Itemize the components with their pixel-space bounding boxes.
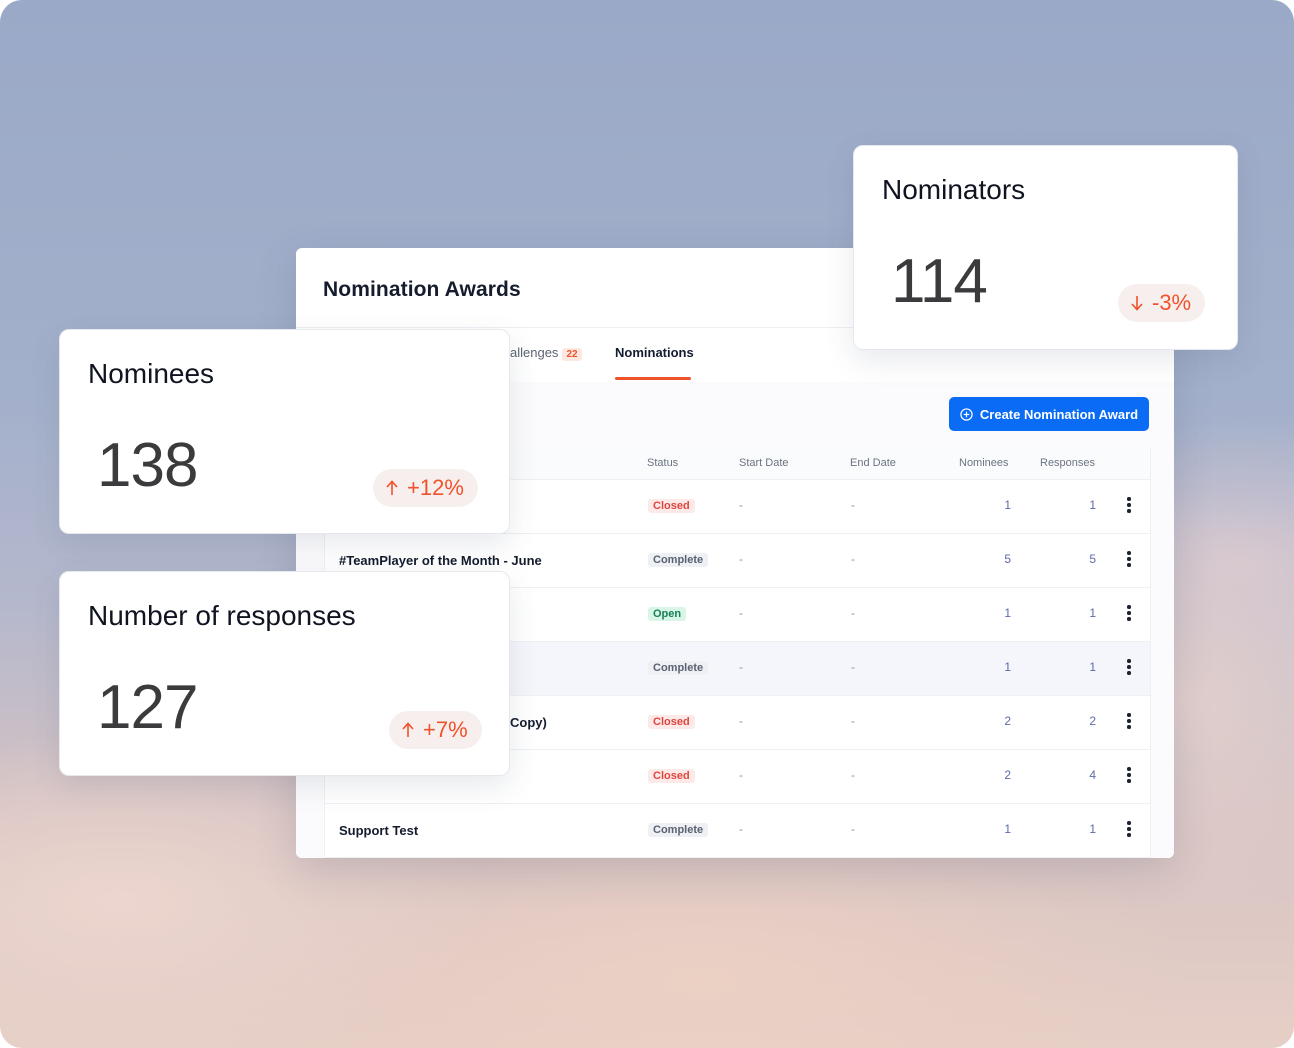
responses-count: 2 bbox=[1089, 714, 1096, 728]
end-date: - bbox=[851, 552, 855, 566]
row-name[interactable]: Copy) bbox=[510, 715, 547, 730]
tab-challenges[interactable]: allenges 22 bbox=[510, 345, 582, 361]
stat-value: 138 bbox=[97, 431, 198, 500]
row-name[interactable]: #TeamPlayer of the Month - June bbox=[339, 553, 542, 568]
nominees-count: 1 bbox=[1004, 822, 1011, 836]
active-tab-indicator bbox=[615, 377, 691, 380]
more-options-icon[interactable] bbox=[1126, 713, 1132, 731]
nominees-count: 1 bbox=[1004, 498, 1011, 512]
table-row[interactable]: Support Test Complete - - 1 1 bbox=[325, 804, 1150, 858]
plus-circle-icon bbox=[960, 407, 973, 421]
nominees-count: 5 bbox=[1004, 552, 1011, 566]
stat-delta-value: -3% bbox=[1152, 290, 1192, 315]
more-options-icon[interactable] bbox=[1126, 767, 1132, 785]
arrow-up-icon bbox=[402, 722, 414, 737]
stat-title: Nominees bbox=[88, 358, 215, 389]
create-nomination-award-label: Create Nomination Award bbox=[979, 406, 1139, 422]
column-header-start-date[interactable]: Start Date bbox=[739, 457, 789, 469]
stat-title: Nominators bbox=[882, 174, 1026, 205]
start-date: - bbox=[739, 714, 743, 728]
end-date: - bbox=[851, 606, 855, 620]
status-badge: Complete bbox=[648, 553, 709, 567]
responses-count: 1 bbox=[1089, 606, 1096, 620]
background-stage: Nomination Awards allenges 22 Nominations… bbox=[0, 0, 1294, 1048]
stat-delta-badge: +12% bbox=[373, 469, 478, 507]
status-badge: Closed bbox=[648, 499, 695, 513]
tab-nominations[interactable]: Nominations bbox=[615, 345, 694, 360]
status-badge: Complete bbox=[648, 661, 709, 675]
responses-count: 5 bbox=[1089, 552, 1096, 566]
stat-delta-badge: -3% bbox=[1118, 284, 1206, 322]
stat-delta-badge: +7% bbox=[389, 711, 482, 749]
status-badge: Open bbox=[648, 607, 687, 621]
responses-count: 4 bbox=[1089, 768, 1096, 782]
stat-delta-value: +7% bbox=[423, 717, 468, 742]
end-date: - bbox=[851, 660, 855, 674]
end-date: - bbox=[851, 714, 855, 728]
column-header-responses[interactable]: Responses bbox=[1040, 457, 1095, 469]
nominees-count: 2 bbox=[1004, 768, 1011, 782]
start-date: - bbox=[739, 768, 743, 782]
nominees-count: 2 bbox=[1004, 714, 1011, 728]
more-options-icon[interactable] bbox=[1126, 497, 1132, 515]
end-date: - bbox=[851, 498, 855, 512]
responses-count: 1 bbox=[1089, 660, 1096, 674]
column-header-end-date[interactable]: End Date bbox=[850, 457, 896, 469]
more-options-icon[interactable] bbox=[1126, 605, 1132, 623]
arrow-down-icon bbox=[1131, 296, 1143, 311]
responses-count: 1 bbox=[1089, 498, 1096, 512]
start-date: - bbox=[739, 822, 743, 836]
stat-value: 127 bbox=[97, 673, 198, 742]
row-name[interactable]: Support Test bbox=[339, 823, 418, 838]
status-badge: Complete bbox=[648, 823, 709, 837]
start-date: - bbox=[739, 552, 743, 566]
create-nomination-award-button[interactable]: Create Nomination Award bbox=[949, 397, 1149, 431]
column-header-status[interactable]: Status bbox=[647, 457, 678, 469]
status-badge: Closed bbox=[648, 715, 695, 729]
nominators-stat-card: Nominators 114 -3% bbox=[853, 145, 1238, 350]
more-options-icon[interactable] bbox=[1126, 821, 1132, 839]
tab-challenges-count-badge: 22 bbox=[562, 348, 582, 361]
nominees-stat-card: Nominees 138 +12% bbox=[59, 329, 510, 534]
column-header-nominees[interactable]: Nominees bbox=[959, 457, 1009, 469]
stat-value: 114 bbox=[891, 247, 988, 316]
responses-stat-card: Number of responses 127 +7% bbox=[59, 571, 510, 776]
more-options-icon[interactable] bbox=[1126, 659, 1132, 677]
responses-count: 1 bbox=[1089, 822, 1096, 836]
more-options-icon[interactable] bbox=[1126, 551, 1132, 569]
end-date: - bbox=[851, 822, 855, 836]
start-date: - bbox=[739, 498, 743, 512]
start-date: - bbox=[739, 660, 743, 674]
end-date: - bbox=[851, 768, 855, 782]
stat-delta-value: +12% bbox=[407, 475, 464, 500]
page-title: Nomination Awards bbox=[323, 278, 521, 301]
tab-challenges-label: allenges bbox=[510, 345, 559, 360]
nominees-count: 1 bbox=[1004, 606, 1011, 620]
arrow-up-icon bbox=[386, 480, 398, 495]
stat-title: Number of responses bbox=[88, 600, 356, 631]
start-date: - bbox=[739, 606, 743, 620]
status-badge: Closed bbox=[648, 769, 695, 783]
nominees-count: 1 bbox=[1004, 660, 1011, 674]
